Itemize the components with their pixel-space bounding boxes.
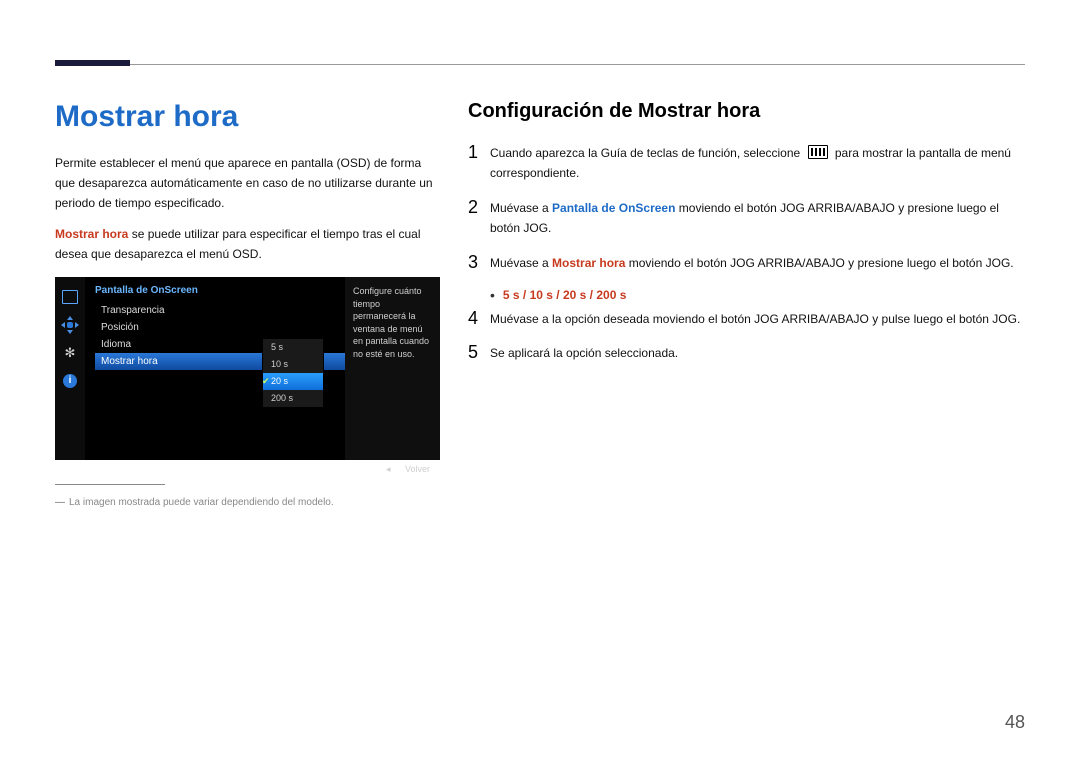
- jog-icon: [62, 317, 78, 333]
- section-title: Mostrar hora: [55, 100, 440, 134]
- intro-paragraph-2: Mostrar hora se puede utilizar para espe…: [55, 225, 440, 265]
- osd-option: 5 s: [263, 339, 323, 356]
- options-bullet: • 5 s / 10 s / 20 s / 200 s: [490, 287, 1025, 303]
- gear-icon: ✻: [62, 345, 78, 361]
- intro-paragraph: Permite establecer el menú que aparece e…: [55, 154, 440, 213]
- step-5: 5 Se aplicará la opción seleccionada.: [468, 343, 1025, 363]
- menu-icon: [808, 145, 828, 159]
- osd-options-popup: 5 s 10 s 20 s 200 s: [263, 339, 323, 407]
- manual-page: Mostrar hora Permite establecer el menú …: [0, 0, 1080, 763]
- step-2: 2 Muévase a Pantalla de OnScreen moviend…: [468, 198, 1025, 239]
- info-icon: i: [62, 373, 78, 389]
- page-number: 48: [1005, 712, 1025, 733]
- back-icon: ◂: [386, 460, 391, 478]
- osd-screenshot: ✻ i Pantalla de OnScreen Transparencia A…: [55, 277, 440, 478]
- footnote: ―La imagen mostrada puede variar dependi…: [55, 497, 440, 508]
- osd-option-selected: 20 s: [263, 373, 323, 390]
- header-accent: [55, 60, 130, 66]
- step-3: 3 Muévase a Mostrar hora moviendo el bot…: [468, 253, 1025, 273]
- right-column: Configuración de Mostrar hora 1 Cuando a…: [468, 100, 1025, 508]
- left-column: Mostrar hora Permite establecer el menú …: [55, 100, 440, 508]
- subsection-title: Configuración de Mostrar hora: [468, 100, 1025, 123]
- step-1: 1 Cuando aparezca la Guía de teclas de f…: [468, 143, 1025, 184]
- osd-footer: ◂ Volver: [55, 460, 440, 478]
- osd-option: 10 s: [263, 356, 323, 373]
- osd-option: 200 s: [263, 390, 323, 407]
- header-rule: [55, 64, 1025, 65]
- steps-list-cont: 4 Muévase a la opción deseada moviendo e…: [468, 309, 1025, 364]
- steps-list: 1 Cuando aparezca la Guía de teclas de f…: [468, 143, 1025, 273]
- osd-description: Configure cuánto tiempo permanecerá la v…: [345, 277, 440, 460]
- osd-sidebar: ✻ i: [55, 277, 85, 460]
- step-4: 4 Muévase a la opción deseada moviendo e…: [468, 309, 1025, 329]
- monitor-icon: [62, 289, 78, 305]
- term-highlight: Mostrar hora: [55, 227, 128, 241]
- footnote-rule: [55, 484, 165, 485]
